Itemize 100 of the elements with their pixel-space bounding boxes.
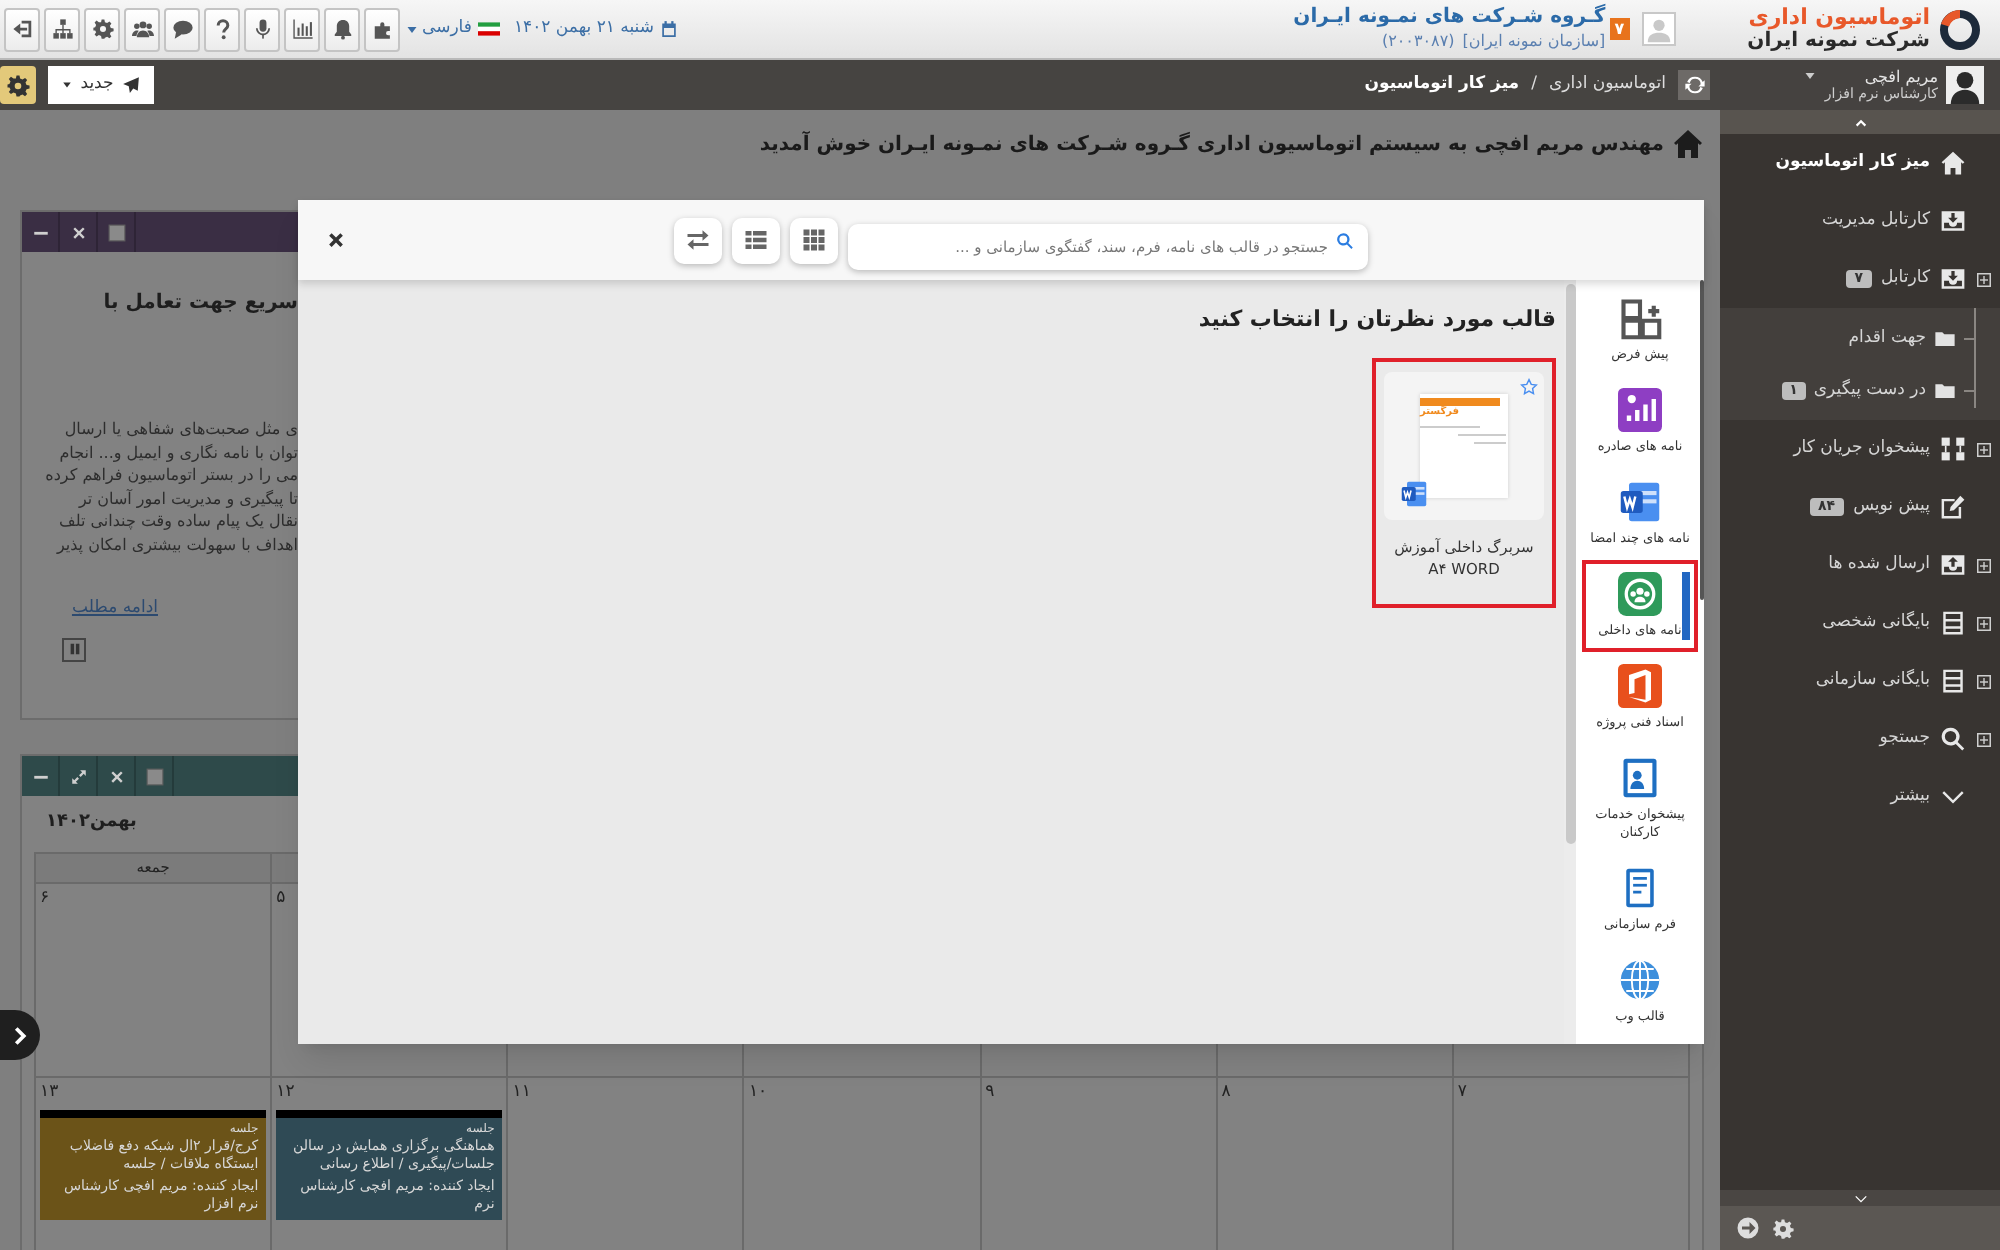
- settings-button[interactable]: [84, 7, 120, 51]
- calendar-cell[interactable]: ۷: [1453, 1078, 1690, 1250]
- day-number: ۷: [1457, 1080, 1467, 1106]
- users-button[interactable]: [124, 7, 160, 51]
- sidebar-item[interactable]: بایگانی شخصی: [1720, 594, 2000, 652]
- widget-paragraph: ی مثل صحبت‌های شفاهی یا ارسال توان با نامه نگاری و ایمیل و... انجام می را در بستر اتوماسیون فراهم کرده تا پیگیری و مدیریت امور آسان تر نقال یک پیام ساده وقت چندانی تلف اهداف با سهولت بیشتری امکان پذیر: [45, 418, 298, 556]
- office-tile-icon: [1618, 664, 1662, 708]
- list-icon: [744, 228, 768, 252]
- notification-badge: ۷: [1609, 18, 1630, 40]
- puzzle-icon: [371, 18, 393, 40]
- breadcrumb-link[interactable]: اتوماسیون اداری: [1548, 72, 1666, 98]
- expand-icon: [1976, 731, 1992, 747]
- microphone-icon: [251, 18, 273, 40]
- close-icon: [107, 767, 125, 785]
- logo-icon: [1936, 5, 1984, 53]
- calendar-cell[interactable]: ۹: [981, 1078, 1218, 1250]
- swap-icon: [686, 228, 710, 252]
- language-dropdown[interactable]: فارسی: [406, 16, 472, 42]
- sidebar-item[interactable]: کارتابل مدیریت: [1720, 192, 2000, 250]
- person-document-icon: [1618, 756, 1662, 800]
- day-number: ۱۱: [512, 1080, 531, 1106]
- settings-button[interactable]: [0, 66, 36, 104]
- widget-title: سریع جهت تعامل با: [103, 290, 298, 318]
- home-icon: [1940, 150, 1966, 176]
- search-icon: [1336, 231, 1354, 249]
- inbox-icon: [1940, 266, 1966, 292]
- bar-chart-button[interactable]: [284, 7, 320, 51]
- logout-button[interactable]: [4, 7, 40, 51]
- expand-icon: [1976, 673, 1992, 689]
- submenu-item[interactable]: جهت اقدام: [1720, 312, 2000, 364]
- day-number: ۱۲: [276, 1080, 295, 1106]
- grid-plus-icon: [1618, 296, 1662, 340]
- folder-icon: [1934, 379, 1956, 401]
- outbox-icon: [1940, 552, 1966, 578]
- sidebar-item[interactable]: پیشخوان جریان کار: [1720, 420, 2000, 478]
- calendar-cell[interactable]: ۱۰: [744, 1078, 982, 1250]
- sidebar-item[interactable]: ارسال شده ها: [1720, 536, 2000, 594]
- settings-icon[interactable]: [1772, 1217, 1794, 1239]
- edit-icon: [1940, 494, 1966, 520]
- expand-icon: [1976, 557, 1992, 573]
- logo-title: اتوماسیون اداری: [1747, 5, 1930, 29]
- word-document-icon: [1400, 479, 1428, 507]
- archive-icon: [1940, 668, 1966, 694]
- bell-button[interactable]: [324, 7, 360, 51]
- group-tile-icon: [1618, 572, 1662, 616]
- new-button[interactable]: جدید: [48, 66, 154, 104]
- collapse-down-icon: [1853, 1191, 1867, 1205]
- chart-tile-icon: [1618, 388, 1662, 432]
- folder-icon: [1934, 327, 1956, 349]
- welcome-message: مهندس مریم افچی به سیستم اتوماسیون اداری گـروه شـرکت های نمـونه ایـران خوش آمدید: [759, 129, 1664, 159]
- date-text: شنبه ۲۱ بهمن ۱۴۰۲: [513, 16, 654, 42]
- search-icon: [1940, 726, 1966, 752]
- bar-chart-icon: [291, 18, 313, 40]
- sidebar-item[interactable]: میز کار اتوماسیون: [1720, 134, 2000, 192]
- globe-icon: [1618, 958, 1662, 1002]
- home-icon: [1672, 128, 1704, 160]
- sidebar-item[interactable]: جستجو: [1720, 710, 2000, 768]
- expand-panel-button[interactable]: [0, 1010, 40, 1060]
- breadcrumb-link[interactable]: میز کار اتوماسیون: [1364, 72, 1520, 98]
- square-icon: [145, 767, 163, 785]
- logo-subtitle: شرکت نمونه ایران: [1747, 29, 1930, 53]
- word-document-icon: [1618, 480, 1662, 524]
- microphone-button[interactable]: [244, 7, 280, 51]
- organization-code: (۲۰۰۳۰۸۷): [1381, 29, 1455, 53]
- sidebar-item[interactable]: بایگانی سازمانی: [1720, 652, 2000, 710]
- logout-icon: [11, 18, 33, 40]
- help-button[interactable]: [204, 7, 240, 51]
- day-number: ۵: [276, 886, 286, 912]
- send-icon: [121, 76, 140, 94]
- list-view-button[interactable]: [732, 217, 780, 263]
- puzzle-button[interactable]: [364, 7, 400, 51]
- inbox-icon: [1940, 208, 1966, 234]
- grid-view-button[interactable]: [790, 217, 838, 263]
- selection-bar: [1682, 572, 1690, 640]
- pause-button[interactable]: [62, 637, 86, 662]
- refresh-icon: [1683, 74, 1705, 96]
- organization-name[interactable]: گـروه شـرکت های نمـونه ایـران: [1293, 5, 1606, 29]
- org-chart-icon: [51, 18, 73, 40]
- pause-icon: [67, 642, 81, 657]
- calendar-cell[interactable]: ۸: [1217, 1078, 1454, 1250]
- swap-button[interactable]: [674, 217, 722, 263]
- org-chart-button[interactable]: [44, 7, 80, 51]
- expand-icon: [1976, 441, 1992, 457]
- users-icon: [131, 18, 153, 40]
- archive-icon: [1940, 610, 1966, 636]
- calendar-cell[interactable]: ۱۱: [508, 1078, 745, 1250]
- calendar-icon: [659, 20, 678, 38]
- refresh-button[interactable]: [1678, 70, 1710, 100]
- organization-avatar: [1641, 12, 1676, 46]
- sidebar-item[interactable]: بیشتر: [1720, 768, 2000, 826]
- gears-icon: [6, 73, 30, 97]
- breadcrumb-separator: /: [1531, 72, 1537, 98]
- star-icon: [1520, 377, 1538, 395]
- day-number: ۱۰: [748, 1080, 768, 1106]
- close-icon: [69, 223, 87, 241]
- expand-icon: [1976, 615, 1992, 631]
- chat-icon: [171, 18, 193, 40]
- chat-button[interactable]: [164, 7, 200, 51]
- user-name[interactable]: مریم افچی: [1824, 67, 1938, 85]
- close-icon: [326, 230, 346, 250]
